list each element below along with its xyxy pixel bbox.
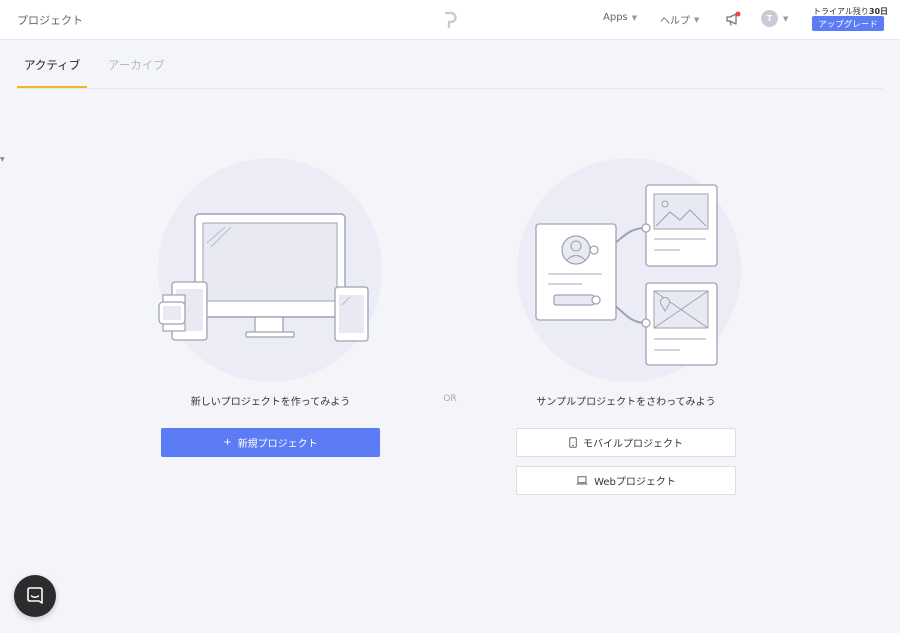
apps-menu[interactable]: Apps ▼ [603,12,637,23]
laptop-icon [576,476,588,485]
devices-illustration [158,213,369,342]
mobile-icon [569,437,577,448]
mobile-project-button[interactable]: モバイルプロジェクト [516,428,736,457]
help-menu[interactable]: ヘルプ ▼ [660,12,700,28]
chat-icon [27,587,43,604]
collapse-arrow-icon[interactable]: ▼ [0,156,5,163]
chevron-down-icon: ▼ [783,14,789,23]
tab-archive[interactable]: アーカイブ [108,57,165,73]
prott-logo-icon[interactable] [443,11,457,29]
megaphone-icon[interactable] [724,10,742,28]
top-header: プロジェクト Apps ▼ ヘルプ ▼ T ▼ トライアル残り30日 アップグレ… [0,0,900,40]
avatar: T [761,10,778,27]
new-project-button[interactable]: + 新規プロジェクト [161,428,380,457]
tab-active[interactable]: アクティブ [24,57,80,73]
flow-illustration [535,184,718,366]
apps-menu-label: Apps [603,12,628,23]
active-tab-indicator [17,86,87,88]
plus-icon: + [223,437,232,448]
upgrade-button[interactable]: アップグレード [812,16,884,31]
chevron-down-icon: ▼ [631,13,638,22]
project-tabs: アクティブ アーカイブ [17,40,883,89]
chat-launcher-button[interactable] [14,575,56,617]
chevron-down-icon: ▼ [694,15,700,24]
mobile-project-button-label: モバイルプロジェクト [583,439,683,450]
page-title: プロジェクト [17,14,83,27]
new-project-button-label: 新規プロジェクト [237,439,318,450]
sample-project-caption: サンプルプロジェクトをさわってみよう [536,397,716,408]
or-divider: OR [443,394,457,404]
new-project-caption: 新しいプロジェクトを作ってみよう [190,397,351,408]
web-project-button[interactable]: Webプロジェクト [516,466,736,495]
help-menu-label: ヘルプ [660,16,690,27]
web-project-button-label: Webプロジェクト [594,477,676,488]
user-menu[interactable]: T ▼ [761,10,788,27]
